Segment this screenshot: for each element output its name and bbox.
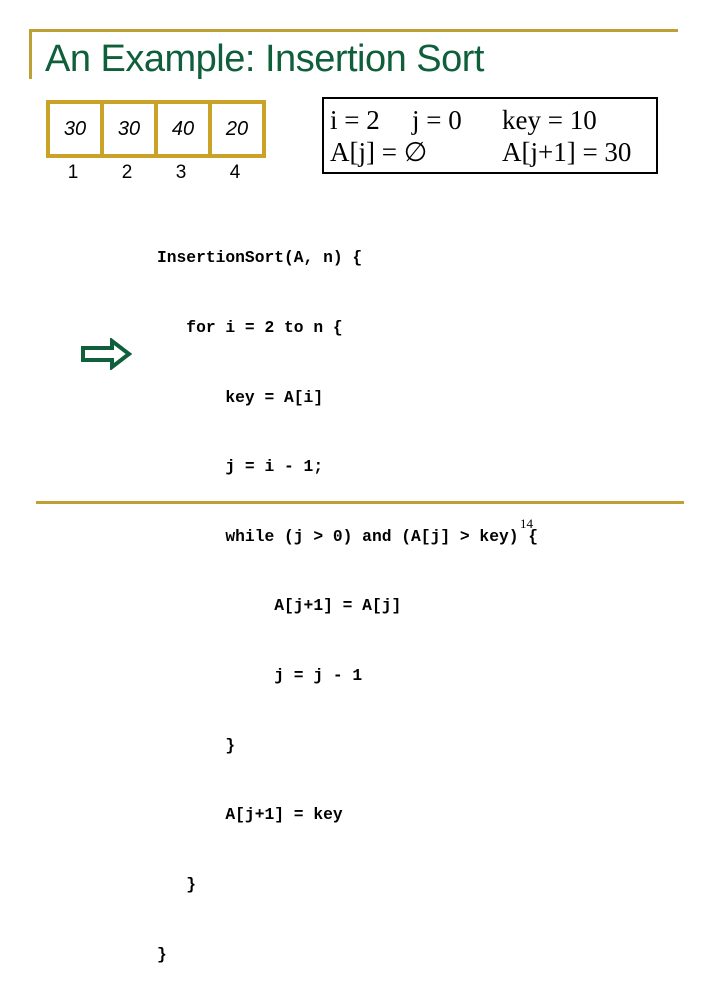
array-diagram: 30 30 40 20 (46, 100, 266, 158)
code-line: A[j+1] = A[j] (157, 596, 402, 616)
var-a-j: A[j] = ∅ (330, 137, 428, 167)
title-frame-left (29, 29, 32, 79)
array-cell: 20 (208, 104, 262, 154)
array-index: 4 (229, 162, 241, 183)
footer-divider (36, 501, 684, 504)
var-a-j-plus-1: A[j+1] = 30 (502, 137, 632, 167)
var-i: i = 2 (330, 105, 380, 135)
page-number: 14 (520, 516, 533, 531)
code-line: for i = 2 to n { (157, 318, 343, 338)
array-cell: 40 (154, 104, 208, 154)
array-cell: 30 (100, 104, 154, 154)
code-line: j = i - 1; (157, 457, 324, 477)
code-line: while (j > 0) and (A[j] > key) { (157, 526, 539, 546)
array-index: 3 (175, 162, 187, 183)
var-j: j = 0 (412, 105, 462, 135)
slide-title: An Example: Insertion Sort (45, 38, 485, 80)
title-frame-top (29, 29, 678, 32)
code-line: A[j+1] = key (157, 805, 343, 825)
code-line: j = j - 1 (157, 666, 363, 686)
variable-state-box: i = 2 j = 0 key = 10 A[j] = ∅ A[j+1] = 3… (322, 97, 658, 174)
code-block: InsertionSort(A, n) { for i = 2 to n { k… (157, 200, 538, 989)
array-index: 2 (121, 162, 133, 183)
array-index: 1 (67, 162, 79, 183)
array-cell: 30 (63, 117, 87, 140)
array-indices: 1 2 3 4 (46, 162, 262, 184)
code-line: key = A[i] (157, 387, 324, 407)
code-line: } (157, 735, 236, 755)
right-arrow-icon (81, 338, 132, 370)
code-line: } (157, 944, 167, 964)
code-line: } (157, 874, 197, 894)
var-key: key = 10 (502, 105, 597, 135)
code-line: InsertionSort(A, n) { (157, 248, 363, 268)
